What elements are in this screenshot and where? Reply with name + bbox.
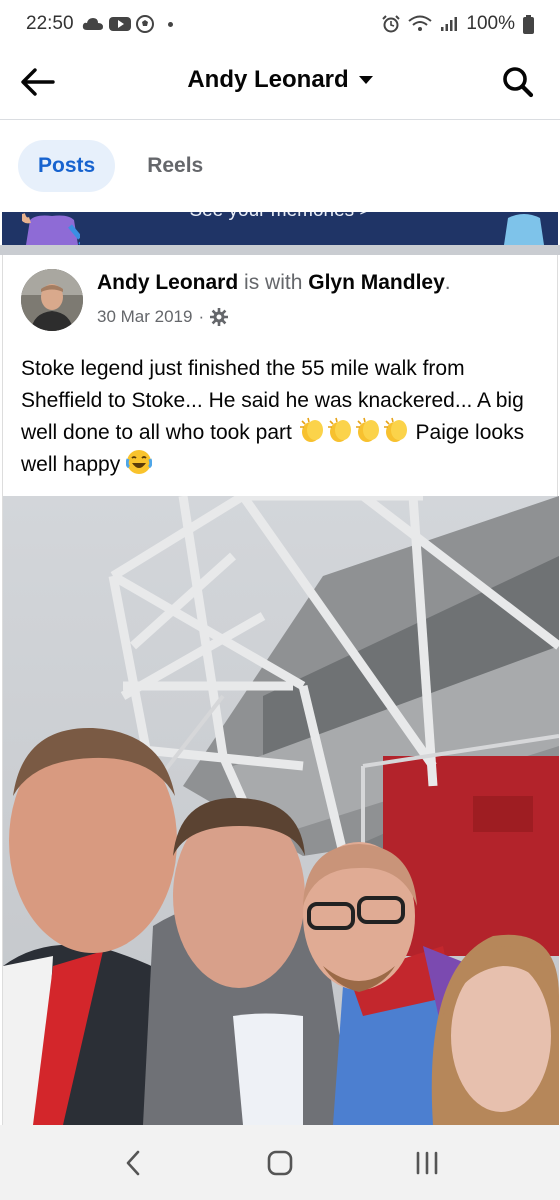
status-bar: 22:50 100%: [0, 0, 560, 48]
period: .: [444, 271, 451, 294]
search-button[interactable]: [498, 62, 538, 102]
avatar-photo: [21, 269, 83, 331]
profile-tabs: Posts Reels: [0, 120, 560, 212]
cloud-icon: [82, 18, 103, 30]
back-nav-icon: [127, 1150, 140, 1175]
tagged-name[interactable]: Glyn Mandley: [308, 271, 445, 294]
alarm-icon: [382, 15, 401, 33]
page-title: Andy Leonard: [187, 66, 349, 93]
notification-dot: [167, 21, 173, 27]
avatar[interactable]: [21, 269, 83, 331]
battery-percent: 100%: [466, 13, 515, 34]
post-author-line: Andy Leonard is with Glyn Mandley.: [97, 271, 451, 295]
status-time: 22:50: [26, 13, 74, 34]
post-photo[interactable]: [3, 496, 559, 1125]
youtube-icon: [108, 17, 131, 31]
memories-link[interactable]: See your memories >: [2, 212, 558, 222]
clapping-hands-icon: [327, 417, 351, 442]
home-nav-icon: [267, 1150, 293, 1175]
post-text: Stoke legend just finished the 55 mile w…: [21, 353, 541, 481]
nav-home-button[interactable]: [250, 1138, 310, 1188]
memories-banner[interactable]: See your memories >: [2, 212, 558, 245]
profile-header: Andy Leonard: [0, 48, 560, 120]
signal-icon: [441, 17, 458, 31]
gear-icon: [210, 308, 229, 326]
battery-icon: [523, 14, 534, 34]
recents-nav-icon: [416, 1151, 437, 1174]
meta-separator: ·: [198, 307, 205, 326]
feed-post: Andy Leonard is with Glyn Mandley. 30 Ma…: [2, 255, 559, 1125]
tab-posts[interactable]: Posts: [18, 140, 116, 192]
clapping-hands-icon: [355, 417, 379, 442]
football-icon: [135, 15, 154, 33]
tab-reels[interactable]: Reels: [127, 140, 223, 192]
laughing-face-icon: [126, 450, 153, 474]
chevron-down-icon: [358, 76, 373, 84]
section-divider: [0, 245, 560, 255]
stadium-selfie-image: [3, 496, 559, 1125]
nav-back-button[interactable]: [103, 1138, 163, 1188]
author-name[interactable]: Andy Leonard: [97, 271, 238, 294]
clapping-hands-icon: [299, 417, 323, 442]
illustration-figure-right: [504, 214, 544, 245]
wifi-icon: [408, 15, 433, 31]
system-navigation-bar: [0, 1125, 560, 1200]
nav-recents-button[interactable]: [397, 1138, 457, 1188]
with-text: is with: [244, 271, 303, 294]
search-icon: [503, 67, 534, 98]
clapping-hands-icon: [383, 417, 407, 442]
post-meta: 30 Mar 2019 ·: [97, 307, 229, 327]
post-date[interactable]: 30 Mar 2019: [97, 307, 192, 327]
profile-switcher[interactable]: Andy Leonard: [0, 66, 560, 94]
